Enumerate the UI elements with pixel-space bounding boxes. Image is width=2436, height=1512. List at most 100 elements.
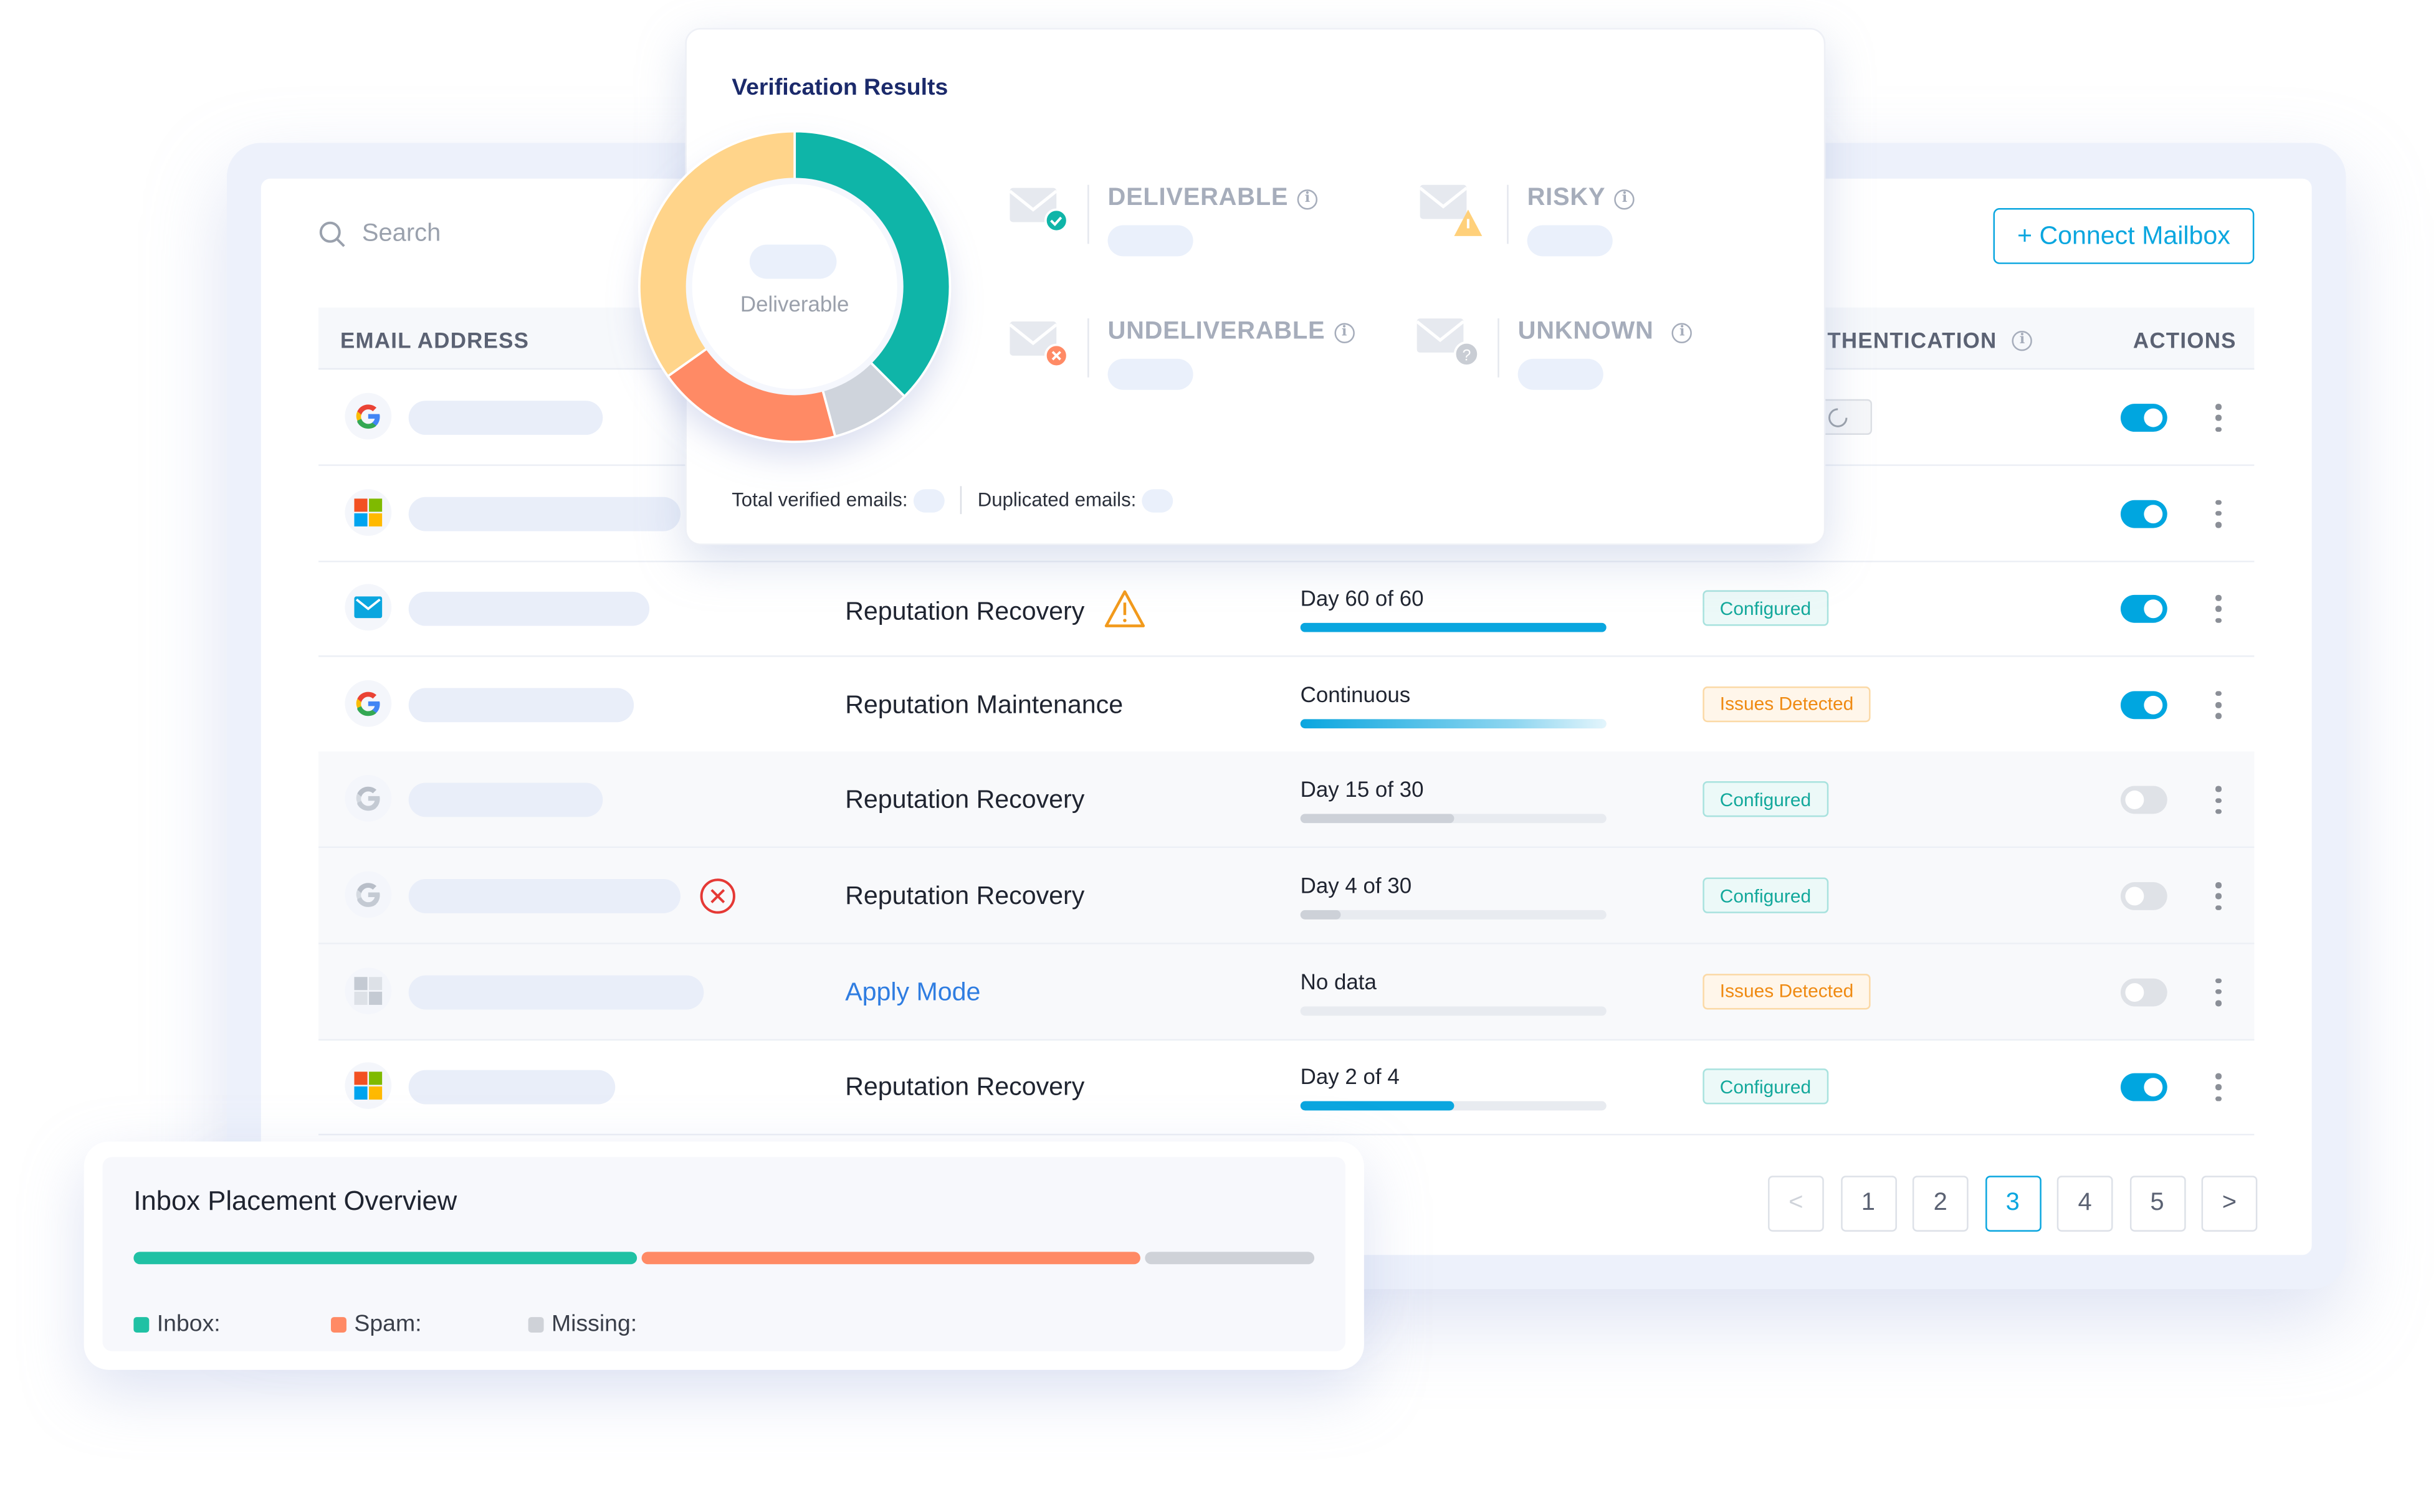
stat-value-placeholder [1527, 225, 1613, 257]
stat-deliverable: DELIVERABLE i [1010, 184, 1318, 257]
info-icon[interactable]: i [1615, 188, 1635, 209]
more-actions-icon[interactable] [2214, 882, 2223, 910]
mailbox-toggle[interactable] [2120, 595, 2167, 624]
progress-bar [1300, 623, 1607, 633]
inbox-bar-segment [642, 1252, 1140, 1265]
progress-fill [1300, 1101, 1454, 1111]
progress-label: Continuous [1300, 681, 1411, 706]
email-placeholder [408, 879, 681, 913]
mail-error-icon [1010, 321, 1069, 368]
legend-item: Inbox: [133, 1311, 221, 1338]
stat-value-placeholder [1107, 225, 1193, 257]
progress-bar [1300, 814, 1607, 824]
svg-text:?: ? [1462, 346, 1471, 364]
error-icon [700, 878, 735, 914]
mailbox-toggle[interactable] [2120, 690, 2167, 719]
progress-bar [1300, 718, 1607, 728]
progress-bar [1300, 910, 1607, 920]
verification-footer: Total verified emails: Duplicated emails… [732, 486, 1174, 515]
auth-status-badge: Configured [1703, 1068, 1828, 1105]
mode-label: Reputation Recovery [845, 882, 1084, 911]
more-actions-icon[interactable] [2214, 404, 2223, 432]
page-button-5[interactable]: 5 [2129, 1176, 2185, 1232]
duplicated-value [1142, 488, 1174, 512]
google-icon [356, 692, 380, 716]
auth-status-badge: Configured [1703, 877, 1828, 913]
stat-undeliverable-label: UNDELIVERABLE [1107, 318, 1325, 345]
microsoft-icon [354, 1072, 383, 1100]
email-placeholder [408, 401, 603, 435]
next-page-button[interactable]: > [2201, 1176, 2258, 1232]
page-button-3[interactable]: 3 [1984, 1176, 2041, 1232]
info-icon[interactable]: i [1334, 322, 1355, 343]
more-actions-icon[interactable] [2214, 977, 2223, 1006]
progress-label: Day 15 of 30 [1300, 777, 1424, 802]
legend-item: Missing: [528, 1311, 638, 1338]
search-placeholder: Search [361, 221, 441, 247]
mode-label: Reputation Recovery [845, 1073, 1084, 1103]
progress-label: Day 2 of 4 [1300, 1064, 1400, 1090]
more-actions-icon[interactable] [2214, 499, 2223, 528]
provider-badge [345, 1062, 392, 1110]
provider-badge [345, 680, 392, 727]
header-email-address: EMAIL ADDRESS [340, 328, 530, 353]
verification-results-popup: Verification Results Deliverable DELIVER… [638, 27, 1826, 546]
prev-page-button[interactable]: < [1768, 1176, 1824, 1232]
apply-mode-link[interactable]: Apply Mode [845, 978, 980, 1007]
warning-icon [1105, 591, 1145, 628]
stat-deliverable-label: DELIVERABLE [1107, 184, 1289, 212]
progress-fill [1300, 623, 1607, 633]
legend-label: Inbox: [156, 1311, 221, 1338]
progress-label: Day 4 of 30 [1300, 873, 1412, 898]
microsoft-icon [354, 976, 383, 1004]
legend-label: Missing: [552, 1311, 638, 1338]
stat-value-placeholder [1107, 358, 1193, 390]
info-icon[interactable]: i [1672, 322, 1693, 343]
page-button-2[interactable]: 2 [1912, 1176, 1969, 1232]
mailbox-toggle[interactable] [2120, 977, 2167, 1006]
table-row: Reputation Recovery Day 4 of 30 Configure… [318, 848, 2255, 944]
provider-badge [345, 967, 392, 1014]
progress-fill [1300, 718, 1607, 728]
legend-swatch [331, 1316, 346, 1332]
connect-mailbox-button[interactable]: + Connect Mailbox [1993, 208, 2255, 264]
auth-status-badge: Issues Detected [1703, 686, 1871, 722]
search-icon [319, 221, 345, 247]
mode-text: Reputation Recovery [845, 786, 1085, 815]
mailbox-toggle[interactable] [2120, 786, 2167, 815]
mode-label: Reputation Recovery [845, 591, 1147, 629]
inbox-placement-bar [133, 1252, 1315, 1265]
google-icon [356, 787, 380, 812]
page-button-1[interactable]: 1 [1840, 1176, 1896, 1232]
table-row: Reputation Recovery Day 15 of 30 Configur… [318, 752, 2255, 849]
email-placeholder [408, 783, 603, 818]
more-actions-icon[interactable] [2214, 1073, 2223, 1102]
page-button-4[interactable]: 4 [2056, 1176, 2113, 1232]
mode-text: Reputation Recovery [845, 597, 1085, 625]
mailbox-toggle[interactable] [2120, 1073, 2167, 1102]
more-actions-icon[interactable] [2214, 690, 2223, 719]
search-input[interactable]: Search [318, 221, 441, 249]
popup-title: Verification Results [732, 74, 948, 102]
provider-badge [345, 775, 392, 822]
mode-text: Reputation Maintenance [845, 690, 1124, 719]
stat-unknown: ? UNKNOWN i [1416, 318, 1693, 390]
verification-donut-chart: Deliverable [638, 130, 952, 444]
mailbox-toggle[interactable] [2120, 404, 2167, 432]
mail-warning-icon [1420, 184, 1483, 236]
mailbox-toggle[interactable] [2120, 499, 2167, 528]
more-actions-icon[interactable] [2214, 786, 2223, 815]
mailbox-toggle[interactable] [2120, 882, 2167, 910]
donut-value-placeholder [749, 244, 837, 279]
progress-label: Day 60 of 60 [1300, 586, 1424, 611]
provider-badge [345, 488, 392, 536]
progress-label: No data [1300, 968, 1377, 994]
inbox-bar-segment [1144, 1252, 1315, 1265]
provider-badge [345, 584, 392, 631]
info-icon[interactable]: i [1297, 188, 1318, 209]
info-icon[interactable]: i [2012, 330, 2033, 351]
email-placeholder [408, 592, 650, 627]
more-actions-icon[interactable] [2214, 595, 2223, 624]
email-placeholder [408, 496, 681, 531]
stat-risky: RISKY i [1420, 184, 1635, 257]
